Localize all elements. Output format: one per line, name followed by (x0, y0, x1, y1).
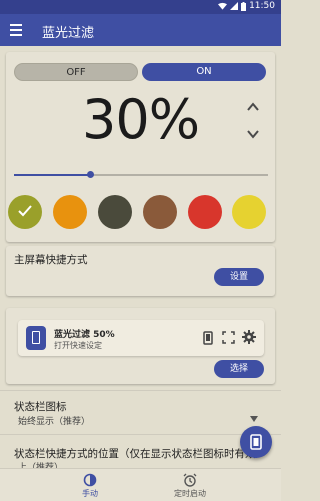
color-swatch-2[interactable] (98, 195, 132, 229)
quick-tile-preview: 蓝光过滤 50% 打开快速设定 (18, 320, 264, 356)
color-swatch-1[interactable] (53, 195, 87, 229)
nav-manual-label: 手动 (82, 489, 98, 498)
nav-timer-label: 定时启动 (174, 489, 206, 498)
phone-icon[interactable] (202, 331, 214, 345)
alarm-clock-icon (183, 473, 197, 487)
dropdown-icon[interactable] (250, 416, 258, 422)
off-toggle[interactable]: OFF (14, 63, 138, 81)
color-swatch-3[interactable] (143, 195, 177, 229)
wifi-icon (218, 2, 228, 10)
intensity-slider[interactable] (14, 171, 268, 178)
nav-timer[interactable]: 定时启动 (150, 471, 230, 499)
home-shortcut-title: 主屏幕快捷方式 (14, 254, 88, 266)
home-shortcut-setup-button[interactable]: 设置 (214, 268, 264, 286)
battery-icon (241, 1, 247, 11)
fullscreen-icon[interactable] (222, 331, 235, 344)
slider-fill (14, 174, 90, 176)
quick-tile-title: 蓝光过滤 50% (54, 330, 115, 340)
gear-icon[interactable] (242, 330, 256, 344)
statusbar-icon-value[interactable]: 始终显示（推荐） (18, 414, 90, 427)
check-icon (18, 205, 32, 217)
clock: 11:50 (249, 1, 275, 11)
app-bar: 蓝光过滤 (0, 14, 281, 46)
decrease-arrow-icon[interactable] (246, 127, 260, 141)
statusbar-position-value[interactable]: 上（推荐） (18, 460, 63, 468)
statusbar-position-title[interactable]: 状态栏快捷方式的位置（仅在显示状态栏图标时有效） (14, 446, 272, 461)
color-swatch-5[interactable] (232, 195, 266, 229)
divider (0, 390, 281, 391)
quick-tile-select-button[interactable]: 选择 (214, 360, 264, 378)
increase-arrow-icon[interactable] (246, 100, 260, 114)
quick-toggle-fab[interactable] (240, 426, 272, 458)
slider-thumb[interactable] (87, 171, 94, 178)
tile-icon (26, 326, 46, 350)
quick-tile-subtitle: 打开快速设定 (54, 341, 102, 350)
status-bar: 11:50 (0, 0, 281, 14)
app-title: 蓝光过滤 (42, 26, 95, 41)
nav-manual[interactable]: 手动 (50, 471, 130, 499)
divider (0, 434, 281, 435)
bottom-navigation: 手动 定时启动 (0, 468, 281, 501)
signal-icon (230, 2, 239, 10)
phone-filter-icon (250, 434, 262, 450)
on-toggle[interactable]: ON (142, 63, 266, 81)
color-swatch-4[interactable] (188, 195, 222, 229)
statusbar-icon-title[interactable]: 状态栏图标 (14, 399, 67, 414)
menu-icon[interactable] (10, 24, 22, 36)
color-swatch-0[interactable] (8, 195, 42, 229)
brightness-icon (83, 473, 97, 487)
percent-display: 30% (81, 88, 200, 151)
